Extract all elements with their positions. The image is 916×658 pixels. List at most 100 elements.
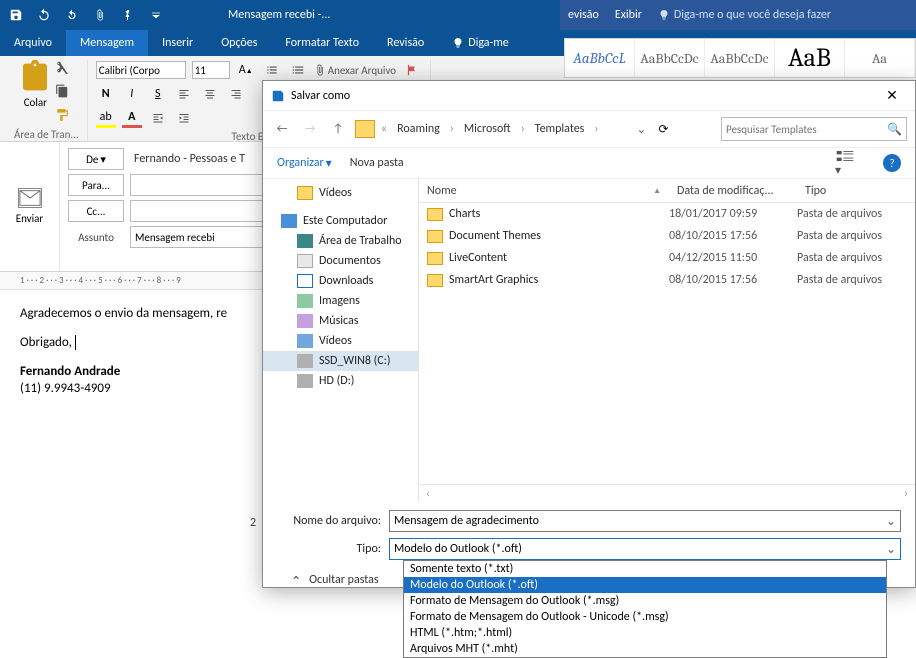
crumb-microsoft[interactable]: Microsoft (460, 122, 515, 136)
tab-insert[interactable]: Inserir (148, 30, 207, 56)
align-left-icon[interactable] (174, 84, 194, 104)
search-input[interactable] (726, 123, 887, 136)
font-name-select[interactable] (96, 61, 186, 79)
refresh-icon[interactable]: ⟳ (658, 122, 680, 137)
italic-button[interactable]: I (122, 84, 142, 104)
search-box[interactable]: 🔍 (721, 117, 907, 141)
file-date: 08/10/2015 17:56 (669, 229, 797, 243)
styles-gallery[interactable]: AaBbCcL AaBbCcDc AaBbCcDc AaB Aa (564, 38, 916, 78)
font-color-icon[interactable]: A (122, 108, 142, 128)
font-size-select[interactable] (192, 61, 230, 79)
col-header-date[interactable]: Data de modificaç... (669, 184, 797, 198)
save-icon[interactable] (4, 3, 28, 27)
hide-folders-button[interactable]: Ocultar pastas (309, 573, 379, 587)
view-options-icon[interactable]: ▾ (835, 149, 855, 178)
organize-button[interactable]: Organizar ▾ (277, 156, 332, 171)
grow-font-icon[interactable]: A▲ (236, 60, 256, 80)
tree-this-pc[interactable]: Este Computador (263, 211, 418, 231)
filetype-option[interactable]: Modelo do Outlook (*.oft) (404, 577, 886, 593)
table-row[interactable]: SmartArt Graphics08/10/2015 17:56Pasta d… (419, 269, 915, 291)
tree-videos[interactable]: Vídeos (263, 331, 418, 351)
crumb-templates[interactable]: Templates (531, 122, 589, 136)
bg-tab-view[interactable]: Exibir (615, 8, 642, 22)
nav-back-icon[interactable]: ← (271, 118, 293, 140)
tab-file[interactable]: Arquivo (0, 30, 66, 56)
cc-button[interactable]: Cc... (68, 200, 124, 222)
table-row[interactable]: Charts18/01/2017 09:59Pasta de arquivos (419, 203, 915, 225)
col-header-type[interactable]: Tipo (797, 184, 915, 198)
file-list[interactable]: Charts18/01/2017 09:59Pasta de arquivosD… (419, 203, 915, 484)
paste-label[interactable]: Colar (24, 96, 47, 109)
col-header-name[interactable]: Nome▲ (419, 184, 669, 198)
style-item-4[interactable]: AaB (775, 39, 845, 77)
filename-input[interactable]: Mensagem de agradecimento⌄ (389, 510, 901, 532)
attach-file-button[interactable]: Anexar Arquivo (314, 60, 396, 80)
send-button[interactable]: Enviar (16, 212, 44, 225)
bg-tellme[interactable]: Diga-me o que você deseja fazer (658, 8, 831, 22)
style-item-3[interactable]: AaBbCcDc (705, 39, 775, 77)
cut-icon[interactable] (55, 60, 73, 78)
pin-icon[interactable] (116, 3, 140, 27)
filetype-option[interactable]: Formato de Mensagem do Outlook - Unicode… (404, 609, 886, 625)
align-center-icon[interactable] (200, 84, 220, 104)
nav-up-icon[interactable]: ↑ (327, 118, 349, 140)
filetype-option[interactable]: HTML (*.htm;*.html) (404, 625, 886, 641)
undo-icon[interactable] (32, 3, 56, 27)
send-envelope-icon[interactable] (18, 188, 42, 208)
filetype-option[interactable]: Somente texto (*.txt) (404, 561, 886, 577)
tree-desktop[interactable]: Área de Trabalho (263, 231, 418, 251)
new-folder-button[interactable]: Nova pasta (350, 156, 404, 170)
filetype-select[interactable]: Modelo do Outlook (*.oft)⌄ (389, 538, 901, 560)
style-item-2[interactable]: AaBbCcDc (635, 39, 705, 77)
style-item-1[interactable]: AaBbCcL (565, 39, 635, 77)
folder-tree[interactable]: Vídeos Este Computador Área de Trabalho … (263, 179, 419, 502)
bullets-icon[interactable] (262, 60, 282, 80)
help-icon[interactable]: ? (883, 154, 901, 172)
address-folder-icon[interactable] (355, 120, 375, 138)
decrease-indent-icon[interactable] (148, 108, 168, 128)
tree-documents[interactable]: Documentos (263, 251, 418, 271)
increase-indent-icon[interactable] (174, 108, 194, 128)
scroll-right-icon[interactable]: › (897, 485, 915, 502)
tree-music[interactable]: Músicas (263, 311, 418, 331)
tree-downloads[interactable]: Downloads (263, 271, 418, 291)
highlight-icon[interactable]: ab (96, 108, 116, 128)
chevron-up-icon[interactable]: ⌄ (291, 572, 301, 587)
attach-icon[interactable] (88, 3, 112, 27)
search-icon[interactable]: 🔍 (887, 122, 902, 137)
scroll-left-icon[interactable]: ‹ (419, 485, 437, 502)
tree-ssd[interactable]: SSD_WIN8 (C:) (263, 351, 418, 371)
align-right-icon[interactable] (226, 84, 246, 104)
tab-options[interactable]: Opções (207, 30, 271, 56)
tab-format-text[interactable]: Formatar Texto (271, 30, 373, 56)
bold-button[interactable]: N (96, 84, 116, 104)
table-row[interactable]: Document Themes08/10/2015 17:56Pasta de … (419, 225, 915, 247)
crumb-roaming[interactable]: Roaming (393, 122, 444, 136)
filetype-option[interactable]: Arquivos MHT (*.mht) (404, 641, 886, 657)
file-date: 18/01/2017 09:59 (669, 207, 797, 221)
tree-videos-top[interactable]: Vídeos (263, 183, 418, 203)
from-button[interactable]: De▾ (68, 148, 124, 170)
dialog-close-button[interactable]: ✕ (877, 87, 907, 104)
underline-button[interactable]: S (148, 84, 168, 104)
filetype-option[interactable]: Formato de Mensagem do Outlook (*.msg) (404, 593, 886, 609)
tab-message[interactable]: Mensagem (66, 30, 148, 56)
tree-hd[interactable]: HD (D:) (263, 371, 418, 391)
format-painter-icon[interactable] (55, 108, 73, 126)
to-button[interactable]: Para... (68, 174, 124, 196)
address-dropdown-icon[interactable]: ⌄ (630, 118, 652, 140)
flag-icon[interactable] (402, 60, 422, 80)
paste-icon[interactable] (19, 60, 51, 94)
filetype-dropdown[interactable]: Somente texto (*.txt)Modelo do Outlook (… (403, 560, 887, 658)
bg-tab-review[interactable]: evisão (568, 8, 599, 22)
numbering-icon[interactable] (288, 60, 308, 80)
copy-icon[interactable] (55, 84, 73, 102)
redo-icon[interactable] (60, 3, 84, 27)
tab-tellme[interactable]: Diga-me (438, 30, 523, 56)
tree-images[interactable]: Imagens (263, 291, 418, 311)
qat-dropdown-icon[interactable] (144, 3, 168, 27)
table-row[interactable]: LiveContent04/12/2015 11:50Pasta de arqu… (419, 247, 915, 269)
scrollbar-x[interactable]: ‹ › (419, 484, 915, 502)
style-item-5[interactable]: Aa (845, 39, 915, 77)
tab-review[interactable]: Revisão (373, 30, 438, 56)
